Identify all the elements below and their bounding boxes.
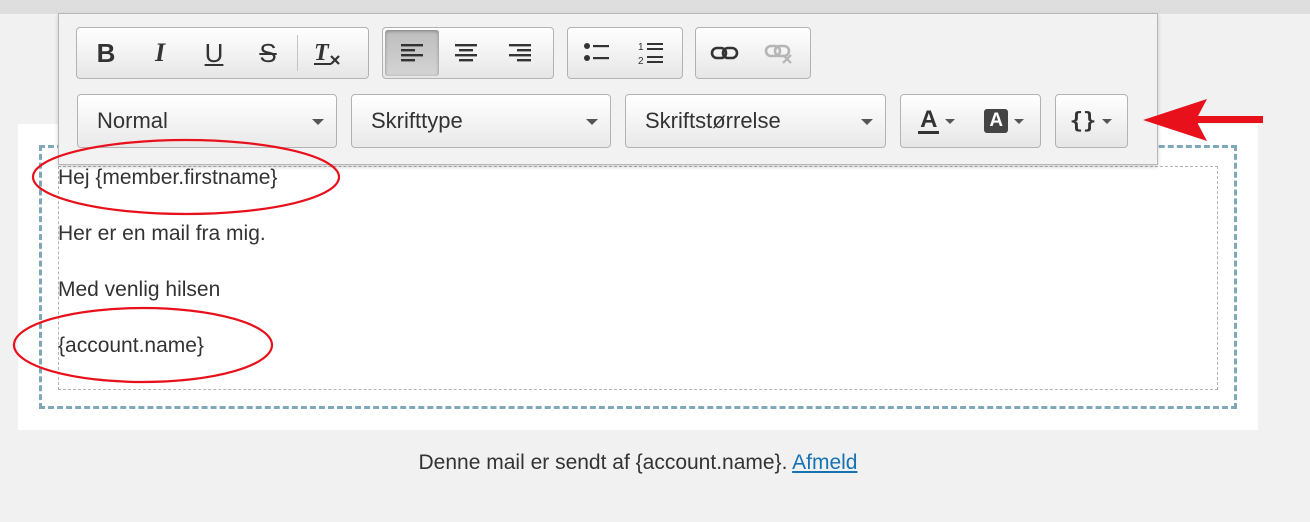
footer-text: Denne mail er sendt af {account.name}. xyxy=(418,451,788,474)
curly-braces-icon: {} xyxy=(1069,108,1097,134)
bulleted-list-button[interactable] xyxy=(570,30,624,76)
italic-button[interactable]: I xyxy=(133,30,187,76)
align-right-icon xyxy=(509,44,531,62)
paragraph-format-value: Normal xyxy=(97,108,168,133)
align-left-icon xyxy=(401,44,423,62)
footer: Denne mail er sendt af {account.name}. A… xyxy=(0,451,1276,475)
chevron-down-icon xyxy=(1014,118,1025,124)
color-group: A A xyxy=(900,94,1041,148)
body-line[interactable]: Her er en mail fra mig. xyxy=(58,222,266,246)
text-color-button[interactable]: A xyxy=(903,98,971,144)
bold-icon: B xyxy=(96,38,116,68)
bold-button[interactable]: B xyxy=(79,30,133,76)
align-center-button[interactable] xyxy=(439,30,493,76)
remove-format-button[interactable]: T xyxy=(300,30,354,76)
list-group: 1 2 xyxy=(567,27,683,79)
font-family-value: Skrifttype xyxy=(371,108,463,133)
link-icon xyxy=(710,46,739,60)
underline-button[interactable]: U xyxy=(187,30,241,76)
strikethrough-icon: S xyxy=(259,38,277,68)
basic-styles-group: B I U S T xyxy=(76,27,369,79)
clear-format-icon: T xyxy=(314,40,340,66)
chevron-down-icon xyxy=(945,118,956,124)
link-button[interactable] xyxy=(698,30,752,76)
top-bar xyxy=(0,0,1310,14)
align-right-button[interactable] xyxy=(493,30,547,76)
unlink-button[interactable] xyxy=(752,30,806,76)
text-color-icon: A xyxy=(918,105,940,134)
placeholder-group: {} xyxy=(1055,94,1128,148)
placeholder-button[interactable]: {} xyxy=(1058,98,1124,144)
strikethrough-button[interactable]: S xyxy=(241,30,295,76)
greeting-line[interactable]: Hej {member.firstname} xyxy=(58,166,277,190)
font-size-value: Skriftstørrelse xyxy=(645,108,781,133)
font-family-dropdown[interactable]: Skrifttype xyxy=(351,94,611,148)
unsubscribe-link[interactable]: Afmeld xyxy=(792,451,857,474)
italic-icon: I xyxy=(154,38,166,67)
chevron-down-icon xyxy=(586,119,598,125)
signature-line[interactable]: {account.name} xyxy=(58,334,204,358)
align-center-icon xyxy=(455,44,477,62)
svg-text:2: 2 xyxy=(638,56,644,66)
bulleted-list-icon xyxy=(584,43,609,61)
font-size-dropdown[interactable]: Skriftstørrelse xyxy=(625,94,886,148)
underline-icon: U xyxy=(204,38,224,68)
link-group xyxy=(695,27,811,79)
background-color-icon: A xyxy=(984,109,1009,133)
editor-toolbar: B I U S T 1 2 Normal Skrifttype Skriftst… xyxy=(58,13,1158,165)
chevron-down-icon xyxy=(1102,118,1113,124)
closing-line[interactable]: Med venlig hilsen xyxy=(58,278,220,302)
svg-text:1: 1 xyxy=(638,42,644,53)
chevron-down-icon xyxy=(312,119,324,125)
numbered-list-button[interactable]: 1 2 xyxy=(624,30,678,76)
numbered-list-icon: 1 2 xyxy=(638,42,663,66)
background-color-button[interactable]: A xyxy=(971,98,1039,144)
unlink-icon xyxy=(764,44,792,64)
align-left-button[interactable] xyxy=(385,30,439,76)
alignment-group xyxy=(382,27,554,79)
chevron-down-icon xyxy=(861,119,873,125)
toolbar-separator xyxy=(297,35,298,71)
svg-text:T: T xyxy=(314,40,330,66)
editable-area[interactable] xyxy=(58,166,1218,390)
paragraph-format-dropdown[interactable]: Normal xyxy=(77,94,337,148)
